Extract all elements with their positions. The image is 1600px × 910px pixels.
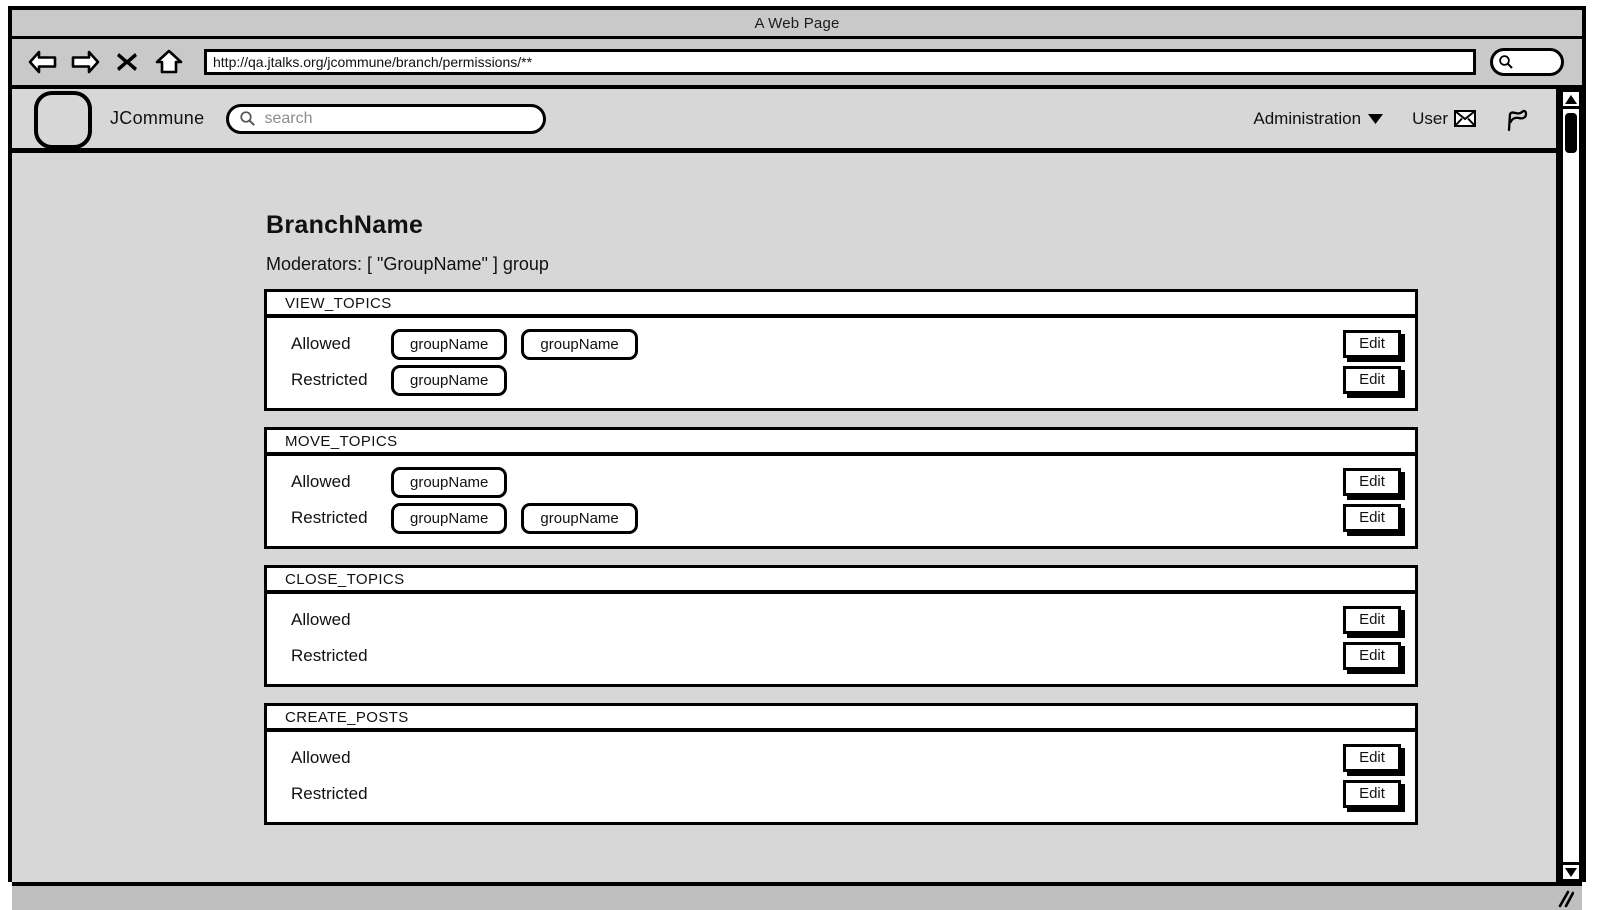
permission-panel-body: Allowed groupName Edit Restricted groupName g… xyxy=(267,456,1415,546)
page-title: BranchName xyxy=(266,211,424,239)
group-chip-list: groupName groupName xyxy=(391,328,638,360)
permission-row-allowed: Allowed Edit xyxy=(267,740,1415,776)
edit-button[interactable]: Edit xyxy=(1343,606,1401,634)
brand-name[interactable]: JCommune xyxy=(110,108,204,129)
scrollbar-down-button[interactable] xyxy=(1560,862,1582,882)
url-text: http://qa.jtalks.org/jcommune/branch/per… xyxy=(213,54,533,70)
scrollbar-track[interactable] xyxy=(1560,109,1582,862)
edit-button[interactable]: Edit xyxy=(1343,468,1401,496)
page-viewport: JCommune search Administration User Bran… xyxy=(12,89,1582,882)
permission-panel: CLOSE_TOPICS Allowed Edit Restricted Edit xyxy=(264,565,1418,687)
permission-panel-body: Allowed Edit Restricted Edit xyxy=(267,732,1415,822)
permission-panel-body: Allowed Edit Restricted Edit xyxy=(267,594,1415,684)
administration-menu[interactable]: Administration xyxy=(1253,109,1384,129)
scrollbar-up-button[interactable] xyxy=(1560,89,1582,109)
group-chip[interactable]: groupName xyxy=(391,502,508,534)
home-icon[interactable] xyxy=(152,45,186,79)
triangle-up-icon xyxy=(1565,94,1577,104)
permission-row-restricted: Restricted groupName Edit xyxy=(267,362,1415,398)
browser-window: A Web Page http://qa.jtalks.org/jcommune… xyxy=(8,6,1586,910)
edit-button[interactable]: Edit xyxy=(1343,642,1401,670)
site-header: JCommune search Administration User xyxy=(12,89,1556,153)
back-arrow-icon[interactable] xyxy=(26,45,60,79)
user-menu[interactable]: User xyxy=(1412,109,1476,129)
permission-name: CREATE_POSTS xyxy=(285,708,409,726)
permission-row-restricted: Restricted Edit xyxy=(267,638,1415,674)
permission-row-label: Restricted xyxy=(291,370,368,389)
scrollbar-thumb[interactable] xyxy=(1565,113,1577,153)
permission-row-allowed: Allowed groupName groupName Edit xyxy=(267,326,1415,362)
status-bar xyxy=(12,882,1582,910)
flag-icon[interactable] xyxy=(1504,106,1530,132)
permission-row-restricted: Restricted groupName groupName Edit xyxy=(267,500,1415,536)
permission-panel-header: CLOSE_TOPICS xyxy=(267,568,1415,594)
permission-panel: MOVE_TOPICS Allowed groupName Edit Restricte… xyxy=(264,427,1418,549)
edit-button[interactable]: Edit xyxy=(1343,504,1401,532)
group-chip[interactable]: groupName xyxy=(391,364,508,396)
envelope-icon xyxy=(1454,110,1476,127)
permission-panel-list: VIEW_TOPICS Allowed groupName groupName Edit… xyxy=(264,289,1420,825)
permission-row-label: Allowed xyxy=(291,472,351,491)
triangle-down-icon xyxy=(1565,867,1577,877)
group-chip[interactable]: groupName xyxy=(391,466,508,498)
permission-panel-header: VIEW_TOPICS xyxy=(267,292,1415,318)
moderators-line: Moderators: [ "GroupName" ] group xyxy=(266,254,549,274)
group-chip[interactable]: groupName xyxy=(391,328,508,360)
permission-name: CLOSE_TOPICS xyxy=(285,570,405,588)
edit-button[interactable]: Edit xyxy=(1343,366,1401,394)
permission-row-allowed: Allowed Edit xyxy=(267,602,1415,638)
edit-button[interactable]: Edit xyxy=(1343,330,1401,358)
url-bar[interactable]: http://qa.jtalks.org/jcommune/branch/per… xyxy=(204,49,1476,75)
group-chip[interactable]: groupName xyxy=(521,328,638,360)
permission-row-label: Allowed xyxy=(291,748,351,767)
permission-panel: VIEW_TOPICS Allowed groupName groupName Edit… xyxy=(264,289,1418,411)
window-title: A Web Page xyxy=(754,14,840,32)
group-chip[interactable]: groupName xyxy=(521,502,638,534)
permission-row-restricted: Restricted Edit xyxy=(267,776,1415,812)
logo-placeholder[interactable] xyxy=(34,90,92,149)
close-x-icon[interactable] xyxy=(110,45,144,79)
edit-button[interactable]: Edit xyxy=(1343,780,1401,808)
content-inner: BranchName Moderators: [ "GroupName" ] g… xyxy=(264,211,1420,825)
search-input[interactable]: search xyxy=(226,103,547,134)
permission-row-label: Restricted xyxy=(291,508,368,527)
group-chip-list: groupName xyxy=(391,466,508,498)
page-scroll-area: JCommune search Administration User Bran… xyxy=(12,89,1556,882)
vertical-scrollbar[interactable] xyxy=(1556,89,1582,882)
header-right-group: Administration User xyxy=(1253,106,1548,132)
edit-button[interactable]: Edit xyxy=(1343,744,1401,772)
permission-row-label: Restricted xyxy=(291,784,368,803)
permission-name: VIEW_TOPICS xyxy=(285,294,392,312)
permission-panel-header: CREATE_POSTS xyxy=(267,706,1415,732)
search-placeholder: search xyxy=(264,109,313,127)
browser-toolbar: http://qa.jtalks.org/jcommune/branch/per… xyxy=(12,39,1582,89)
permission-row-allowed: Allowed groupName Edit xyxy=(267,464,1415,500)
group-chip-list: groupName xyxy=(391,364,508,396)
permission-panel-body: Allowed groupName groupName Edit Restricted g… xyxy=(267,318,1415,408)
permission-panel-header: MOVE_TOPICS xyxy=(267,430,1415,456)
resize-grip-icon[interactable] xyxy=(1552,890,1574,908)
permission-panel: CREATE_POSTS Allowed Edit Restricted Edit xyxy=(264,703,1418,825)
permission-row-label: Allowed xyxy=(291,610,351,629)
chevron-down-icon xyxy=(1368,113,1384,124)
administration-label: Administration xyxy=(1253,108,1362,128)
search-icon xyxy=(1499,55,1513,69)
permission-row-label: Allowed xyxy=(291,334,351,353)
permission-name: MOVE_TOPICS xyxy=(285,432,398,450)
toolbar-search-box[interactable] xyxy=(1490,48,1564,76)
group-chip-list: groupName groupName xyxy=(391,502,638,534)
permission-row-label: Restricted xyxy=(291,646,368,665)
user-label: User xyxy=(1412,108,1448,128)
content-body: BranchName Moderators: [ "GroupName" ] g… xyxy=(12,153,1556,877)
window-title-bar: A Web Page xyxy=(12,10,1582,39)
forward-arrow-icon[interactable] xyxy=(68,45,102,79)
search-icon xyxy=(240,111,256,126)
